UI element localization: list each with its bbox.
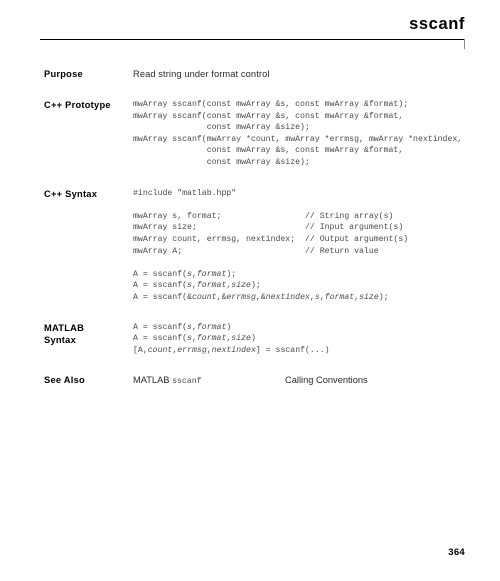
section-label-purpose: Purpose: [44, 69, 83, 79]
page-title: sscanf: [409, 15, 465, 33]
document-page: sscanf Purpose Read string under format …: [0, 0, 500, 581]
section-matlab-syntax: MATLAB Syntax A = sscanf(s,format) A = s…: [44, 322, 486, 357]
section-label-cpp-syntax: C++ Syntax: [44, 188, 98, 199]
matlab-syntax-code: A = sscanf(s,format) A = sscanf(s,format…: [133, 322, 330, 355]
section-body-purpose: Read string under format control: [133, 68, 486, 81]
cpp-syntax-include-line: #include "matlab.hpp": [133, 188, 237, 198]
section-body-cpp-prototype: mwArray sscanf(const mwArray &s, const m…: [133, 99, 486, 169]
section-body-cpp-syntax: #include "matlab.hpp" mwArray s, format;…: [133, 188, 486, 304]
cpp-prototype-code: mwArray sscanf(const mwArray &s, const m…: [133, 100, 463, 167]
section-see-also: See Also MATLAB sscanf Calling Conventio…: [44, 374, 486, 388]
header-divider-end-tick: [463, 39, 465, 49]
section-label-cpp-prototype: C++ Prototype: [44, 100, 111, 110]
see-also-link-calling-conventions[interactable]: Calling Conventions: [285, 374, 368, 387]
cpp-syntax-calls: A = sscanf(s,format); A = sscanf(s,forma…: [133, 269, 389, 302]
section-cpp-syntax: C++ Syntax #include "matlab.hpp" mwArray…: [44, 188, 486, 304]
see-also-matlab-prefix: MATLAB: [133, 375, 173, 386]
see-also-row: MATLAB sscanf Calling Conventions: [133, 374, 486, 388]
section-body-see-also: MATLAB sscanf Calling Conventions: [133, 374, 486, 388]
page-content: Purpose Read string under format control…: [44, 68, 486, 388]
section-purpose: Purpose Read string under format control: [44, 68, 486, 81]
section-label-see-also: See Also: [44, 375, 85, 386]
section-cpp-prototype: C++ Prototype mwArray sscanf(const mwArr…: [44, 99, 486, 169]
see-also-link-matlab-sscanf[interactable]: MATLAB sscanf: [133, 374, 285, 388]
page-number: 364: [448, 547, 465, 558]
section-label-matlab-syntax: MATLAB Syntax: [44, 322, 85, 345]
page-header: sscanf: [40, 14, 465, 49]
header-divider: [40, 39, 465, 41]
section-body-matlab-syntax: A = sscanf(s,format) A = sscanf(s,format…: [133, 322, 486, 357]
see-also-matlab-function: sscanf: [172, 377, 202, 387]
cpp-syntax-declarations: mwArray s, format; // String array(s) mw…: [133, 211, 409, 256]
purpose-text: Read string under format control: [133, 69, 270, 79]
